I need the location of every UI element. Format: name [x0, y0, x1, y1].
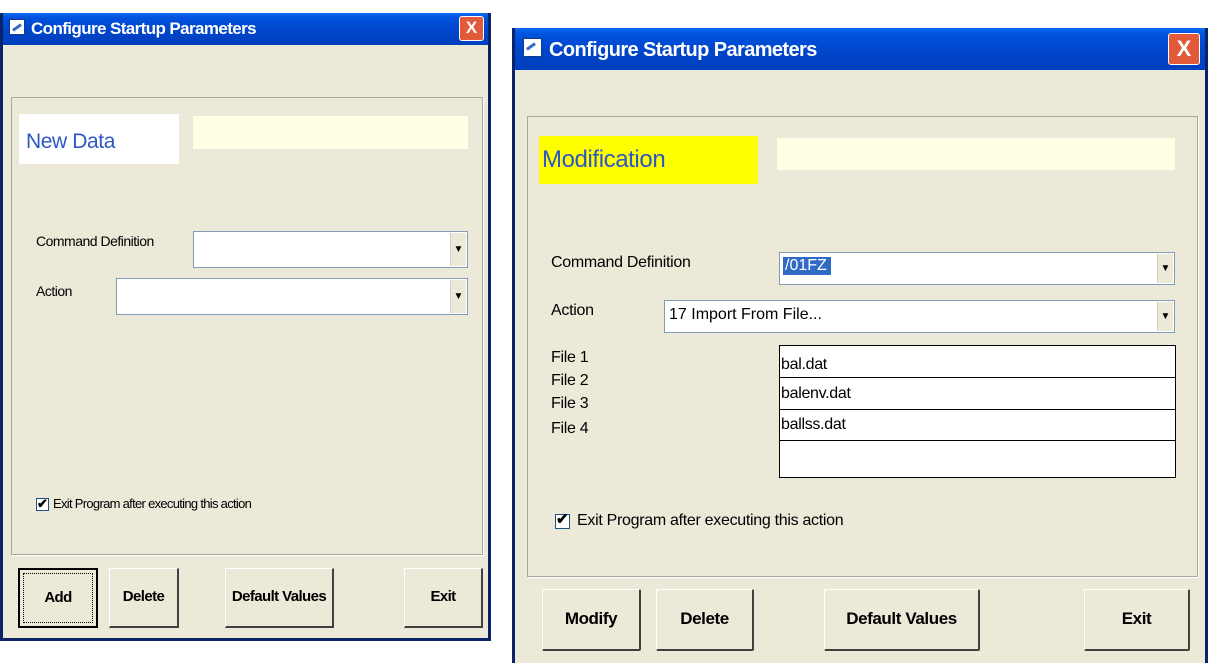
chevron-down-icon: ▼: [453, 290, 464, 302]
file-2-label: File 2: [551, 372, 589, 389]
mode-label: Modification: [539, 136, 758, 184]
chevron-down-icon: ▼: [1160, 262, 1171, 274]
exit-program-checkbox[interactable]: ✔: [36, 496, 49, 511]
chevron-down-icon: ▼: [453, 243, 464, 255]
dropdown-button[interactable]: ▼: [450, 233, 466, 266]
config-window-new: Configure Startup Parameters X New Data …: [0, 13, 491, 641]
default-values-button[interactable]: Default Values: [225, 568, 334, 628]
file-2-input[interactable]: balenv.dat: [779, 377, 1176, 410]
delete-button[interactable]: Delete: [656, 589, 754, 651]
add-button[interactable]: Add: [18, 568, 98, 628]
action-label: Action: [551, 302, 594, 319]
modify-button[interactable]: Modify: [542, 589, 641, 651]
close-icon: X: [1176, 36, 1192, 61]
checkmark-icon: ✔: [556, 511, 569, 528]
configure-app-icon: [9, 19, 25, 35]
exit-button[interactable]: Exit: [1084, 589, 1190, 651]
mode-label: New Data: [19, 114, 179, 164]
file-3-label: File 3: [551, 395, 589, 412]
parameters-group: [11, 97, 483, 555]
window-title: Configure Startup Parameters: [31, 19, 257, 38]
window-title: Configure Startup Parameters: [549, 39, 817, 61]
info-field: [777, 138, 1175, 170]
close-button[interactable]: X: [1168, 33, 1200, 65]
info-field: [193, 116, 468, 149]
chevron-down-icon: ▼: [1160, 310, 1171, 322]
file-3-input[interactable]: ballss.dat: [779, 409, 1176, 441]
command-definition-label: Command Definition: [36, 233, 154, 249]
file-2-value: balenv.dat: [781, 385, 851, 402]
dropdown-button[interactable]: ▼: [1157, 302, 1173, 331]
checkmark-icon: ✔: [37, 496, 48, 511]
close-icon: X: [465, 18, 478, 37]
exit-program-checkbox[interactable]: ✔: [555, 511, 570, 529]
command-definition-value: /01FZ: [783, 257, 831, 275]
action-dropdown[interactable]: ▼: [116, 278, 468, 315]
exit-program-label: Exit Program after executing this action: [53, 496, 252, 511]
dropdown-button[interactable]: ▼: [1157, 254, 1173, 283]
file-3-value: ballss.dat: [781, 416, 846, 433]
default-values-button[interactable]: Default Values: [824, 589, 980, 651]
close-button[interactable]: X: [459, 16, 484, 41]
delete-button[interactable]: Delete: [109, 568, 179, 628]
title-bar[interactable]: Configure Startup Parameters X: [515, 28, 1205, 70]
command-definition-dropdown[interactable]: /01FZ ▼: [779, 252, 1175, 285]
exit-button[interactable]: Exit: [404, 568, 483, 628]
exit-program-label: Exit Program after executing this action: [577, 512, 844, 529]
file-4-input[interactable]: [779, 440, 1176, 478]
action-dropdown[interactable]: 17 Import From File... ▼: [664, 300, 1175, 333]
action-label: Action: [36, 283, 72, 299]
file-1-input[interactable]: bal.dat: [779, 345, 1176, 379]
file-1-label: File 1: [551, 349, 589, 366]
command-definition-dropdown[interactable]: ▼: [193, 231, 468, 268]
file-4-label: File 4: [551, 420, 589, 437]
configure-app-icon: [523, 38, 542, 57]
command-definition-label: Command Definition: [551, 254, 691, 271]
title-bar[interactable]: Configure Startup Parameters X: [3, 13, 488, 45]
file-1-value: bal.dat: [781, 356, 827, 373]
dropdown-button[interactable]: ▼: [450, 280, 466, 313]
config-window-modify: Configure Startup Parameters X Modificat…: [512, 28, 1208, 663]
action-value: 17 Import From File...: [669, 306, 822, 323]
